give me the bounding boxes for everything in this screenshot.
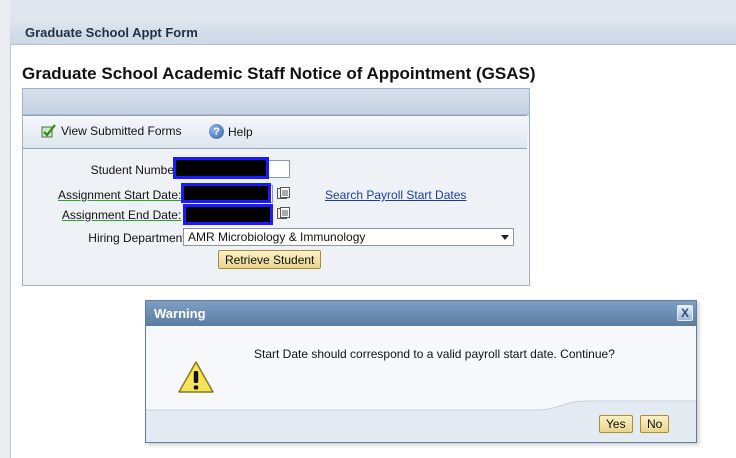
hiring-dept-value: AMR Microbiology & Immunology [188, 230, 366, 244]
hiring-dept-label: Hiring Department: [88, 231, 189, 245]
redaction-box [173, 157, 269, 179]
help-icon: ? [209, 124, 224, 139]
left-frame-strip [0, 0, 11, 458]
end-date-label: Assignment End Date:* [62, 208, 189, 222]
redaction-box [181, 183, 271, 203]
yes-button[interactable]: Yes [599, 415, 633, 433]
hiring-dept-row: Hiring Department: AMR Microbiology & Im… [23, 228, 527, 248]
form-panel: View Submitted Forms ? Help Student Numb… [22, 88, 530, 286]
start-date-row: Assignment Start Date:* Search Payroll S… [23, 183, 527, 205]
search-payroll-dates-link[interactable]: Search Payroll Start Dates [325, 188, 466, 202]
help-label: Help [228, 124, 253, 139]
toolbar: View Submitted Forms ? Help [23, 115, 527, 149]
retrieve-student-button[interactable]: Retrieve Student [218, 250, 322, 269]
window-titlebar: Graduate School Appt Form [10, 22, 736, 45]
warning-dialog: Warning X Start Date should correspond t… [145, 300, 697, 443]
window-title: Graduate School Appt Form [25, 25, 198, 40]
checkmark-icon [41, 124, 56, 138]
app-window: Graduate School Appt Form Graduate Schoo… [0, 0, 736, 458]
view-submitted-forms-button[interactable]: View Submitted Forms [41, 124, 182, 138]
dialog-message: Start Date should correspond to a valid … [254, 347, 615, 361]
view-submitted-forms-label: View Submitted Forms [61, 124, 182, 138]
no-button[interactable]: No [640, 415, 670, 433]
page-title: Graduate School Academic Staff Notice of… [22, 64, 536, 83]
hiring-dept-select[interactable]: AMR Microbiology & Immunology [183, 228, 514, 246]
panel-header [23, 89, 529, 115]
end-date-row: Assignment End Date:* [23, 204, 527, 225]
close-icon[interactable]: X [677, 305, 693, 321]
top-band [10, 0, 736, 23]
warning-icon [178, 361, 214, 393]
student-number-row: Student Number:* [23, 157, 527, 180]
dialog-titlebar: Warning X [146, 301, 696, 326]
redaction-box [183, 204, 273, 225]
dialog-title: Warning [154, 306, 206, 321]
dropdown-arrow-icon [501, 235, 509, 240]
start-date-label: Assignment Start Date:* [58, 188, 189, 202]
calendar-icon[interactable] [277, 207, 290, 220]
calendar-icon[interactable] [277, 187, 290, 200]
help-button[interactable]: ? Help [209, 124, 253, 139]
